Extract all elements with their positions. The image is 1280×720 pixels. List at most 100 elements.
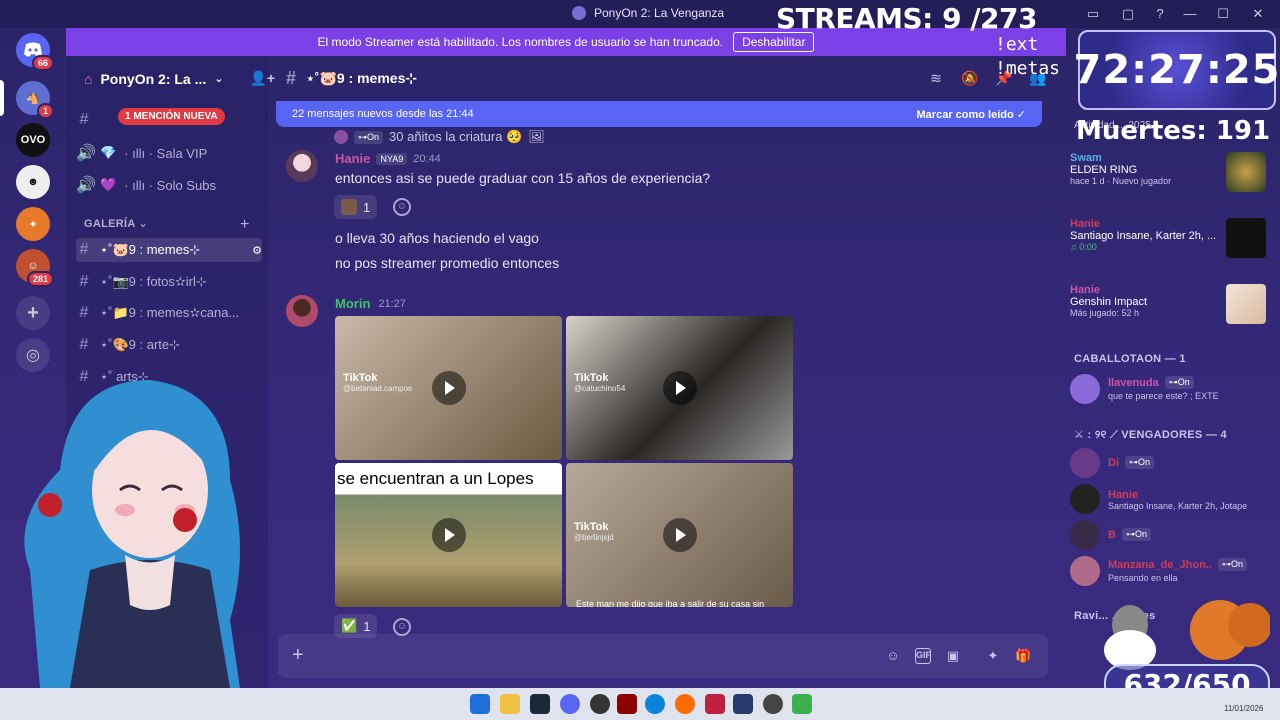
voice-channel-vip[interactable]: 🔊 💎 · ıllı · Sala VIP bbox=[76, 141, 262, 165]
new-mention-badge[interactable]: 1 MENCIÓN NUEVA bbox=[118, 108, 225, 125]
server-folder[interactable]: ☺ 281 bbox=[16, 249, 54, 287]
author-name[interactable]: Hanie bbox=[335, 151, 370, 166]
video-attachment[interactable]: se encuentran a un Lopes bbox=[335, 463, 562, 607]
help-icon[interactable]: ? bbox=[1152, 6, 1168, 22]
gift-icon[interactable]: ☺ bbox=[885, 648, 901, 664]
channel-label: ⋆˚📷9 : fotos✫irl⊹ bbox=[100, 274, 207, 289]
member-group-header: CABALLOTAON — 1 bbox=[1074, 353, 1186, 365]
hash-icon: # bbox=[79, 111, 89, 128]
member-status: que te parece este? ; EXTE bbox=[1108, 391, 1219, 401]
member-item[interactable]: Di ⊶On bbox=[1070, 448, 1275, 478]
member-group-header: ⚔ : ୨୧ ⟋ VENGADORES — 4 bbox=[1074, 429, 1227, 441]
app-icon-triangle[interactable] bbox=[705, 694, 725, 714]
activity-sub: ♫ 0:00 bbox=[1070, 242, 1097, 252]
video-attachment[interactable]: TikTok @betaniad.campos bbox=[335, 316, 562, 460]
voice-channel-subs[interactable]: 🔊 💜 · ıllı · Solo Subs bbox=[76, 173, 262, 197]
channel-memes[interactable]: # ⋆˚🐷9 : memes⊹ ⚙ bbox=[76, 238, 262, 262]
play-icon[interactable] bbox=[431, 518, 466, 552]
edge-icon[interactable] bbox=[645, 694, 665, 714]
obs-icon[interactable] bbox=[763, 694, 783, 714]
firefox-icon[interactable] bbox=[675, 694, 695, 714]
member-item[interactable]: Hanie Santiago Insane, Karter 2h, Jotape bbox=[1070, 484, 1275, 514]
selected-indicator bbox=[0, 80, 4, 116]
member-name: Manzana_de_Jhon... bbox=[1108, 558, 1212, 571]
play-icon[interactable] bbox=[662, 371, 697, 405]
new-messages-text: 22 mensajes nuevos desde las 21:44 bbox=[292, 108, 474, 120]
upload-plus-icon[interactable]: + bbox=[292, 644, 304, 667]
threads-icon[interactable]: ≋ bbox=[926, 70, 946, 86]
server-header[interactable]: ⌂ PonyOn 2: La ... ⌄ 👤+ bbox=[84, 70, 275, 87]
deaths-counter: Muertes: 191 bbox=[1076, 116, 1271, 146]
server-orange[interactable]: ✦ bbox=[16, 207, 50, 241]
image-icon: 🖼 bbox=[528, 129, 545, 144]
avatar bbox=[334, 130, 348, 144]
server-ponyon[interactable]: 🐴 1 bbox=[16, 81, 54, 119]
checkmark-icon: ✅ bbox=[341, 618, 358, 633]
user-tag: NYA9 bbox=[376, 152, 408, 165]
mute-icon[interactable]: 🔕 bbox=[960, 70, 980, 86]
play-icon[interactable] bbox=[431, 371, 466, 405]
message-text: entonces asi se puede graduar con 15 año… bbox=[335, 170, 711, 186]
music-thumbnail bbox=[1226, 218, 1266, 258]
server-ovo[interactable]: OVO bbox=[16, 123, 50, 157]
gif-icon[interactable]: GIF bbox=[915, 648, 931, 664]
channel-label: ⋆˚🐷9 : memes⊹ bbox=[100, 242, 201, 257]
server-home-icon: ⌂ bbox=[84, 70, 93, 87]
play-icon[interactable] bbox=[662, 518, 697, 552]
reply-preview[interactable]: ⊶On 30 añitos la criatura 🥺 🖼 bbox=[334, 129, 545, 145]
message-text: no pos streamer promedio entonces bbox=[335, 255, 560, 271]
member-item[interactable]: llavenuda ⊶On que te parece este? ; EXTE bbox=[1070, 374, 1275, 404]
chatgpt-icon[interactable] bbox=[590, 694, 610, 714]
taskbar bbox=[0, 688, 1280, 720]
activity-card[interactable]: Swam ELDEN RING hace 1 d · Nuevo jugador bbox=[1070, 152, 1230, 186]
channel-fotos[interactable]: # ⋆˚📷9 : fotos✫irl⊹ bbox=[76, 270, 262, 294]
app-icon[interactable] bbox=[617, 694, 637, 714]
game-thumbnail bbox=[1226, 152, 1266, 192]
inbox-icon[interactable]: ▭ bbox=[1085, 6, 1101, 22]
member-item[interactable]: B ⊶On bbox=[1070, 520, 1275, 550]
minimize-icon[interactable]: — bbox=[1182, 6, 1198, 22]
disable-streamer-button[interactable]: Deshabilitar bbox=[733, 32, 815, 52]
video-attachment[interactable]: TikTok @catuchino54 bbox=[566, 316, 793, 460]
video-attachment[interactable]: TikTok @berlinjsjd Este man me dijo que i… bbox=[566, 463, 793, 607]
message-composer[interactable] bbox=[278, 634, 1048, 678]
new-messages-bar[interactable]: 22 mensajes nuevos desde las 21:44 Marca… bbox=[276, 101, 1042, 127]
member-status: Pensando en ella bbox=[1108, 573, 1178, 583]
reaction[interactable]: 1 bbox=[334, 195, 378, 219]
member-name: B bbox=[1108, 528, 1116, 541]
reaction-count: 1 bbox=[363, 199, 371, 215]
unread-badge: 66 bbox=[31, 55, 54, 71]
member-item[interactable]: Manzana_de_Jhon... ⊶On Pensando en ella bbox=[1070, 556, 1275, 586]
discord-taskbar-icon[interactable] bbox=[560, 694, 580, 714]
add-channel-icon[interactable]: + bbox=[240, 216, 249, 234]
tiktok-watermark: TikTok @berlinjsjd bbox=[574, 521, 614, 542]
screen-icon[interactable]: ▢ bbox=[1120, 6, 1136, 22]
activity-card[interactable]: Hanie Genshin Impact Más jugado: 52 h bbox=[1070, 284, 1230, 318]
home-button[interactable]: 66 bbox=[16, 33, 54, 71]
member-tag: ⊶On bbox=[1125, 456, 1155, 469]
active-app-icon[interactable] bbox=[792, 694, 812, 714]
author-name[interactable]: Morin bbox=[335, 296, 370, 311]
avatar[interactable] bbox=[286, 150, 318, 182]
close-icon[interactable]: ✕ bbox=[1250, 6, 1266, 22]
taskbar-date: 11/01/2026 bbox=[1224, 704, 1264, 713]
category-galeria[interactable]: GALERÍA ⌄ bbox=[84, 217, 148, 230]
avatar[interactable] bbox=[286, 295, 318, 327]
activity-user: Hanie bbox=[1070, 284, 1100, 296]
settings-icon[interactable]: ⚙ bbox=[252, 244, 262, 257]
file-explorer-icon[interactable] bbox=[500, 694, 520, 714]
server-skull[interactable]: ☻ bbox=[16, 165, 50, 199]
steam-icon[interactable] bbox=[530, 694, 550, 714]
sticker-icon[interactable]: ▣ bbox=[945, 648, 961, 664]
emoji-icon bbox=[341, 199, 357, 215]
activity-card[interactable]: Hanie Santiago Insane, Karter 2h, ... ♫ … bbox=[1070, 218, 1230, 252]
maximize-icon[interactable]: ☐ bbox=[1215, 6, 1231, 22]
windows-start-icon[interactable] bbox=[470, 694, 490, 714]
vscode-icon[interactable] bbox=[733, 694, 753, 714]
mark-read-button[interactable]: Marcar como leído ✓ bbox=[917, 108, 1026, 121]
add-reaction-icon[interactable]: ☺ bbox=[393, 198, 411, 216]
activity-game: Genshin Impact bbox=[1070, 296, 1148, 308]
apps-icon[interactable]: ✦ bbox=[985, 648, 1001, 664]
message-text: o lleva 30 años haciendo el vago bbox=[335, 230, 539, 246]
present-icon[interactable]: 🎁 bbox=[1015, 648, 1031, 664]
